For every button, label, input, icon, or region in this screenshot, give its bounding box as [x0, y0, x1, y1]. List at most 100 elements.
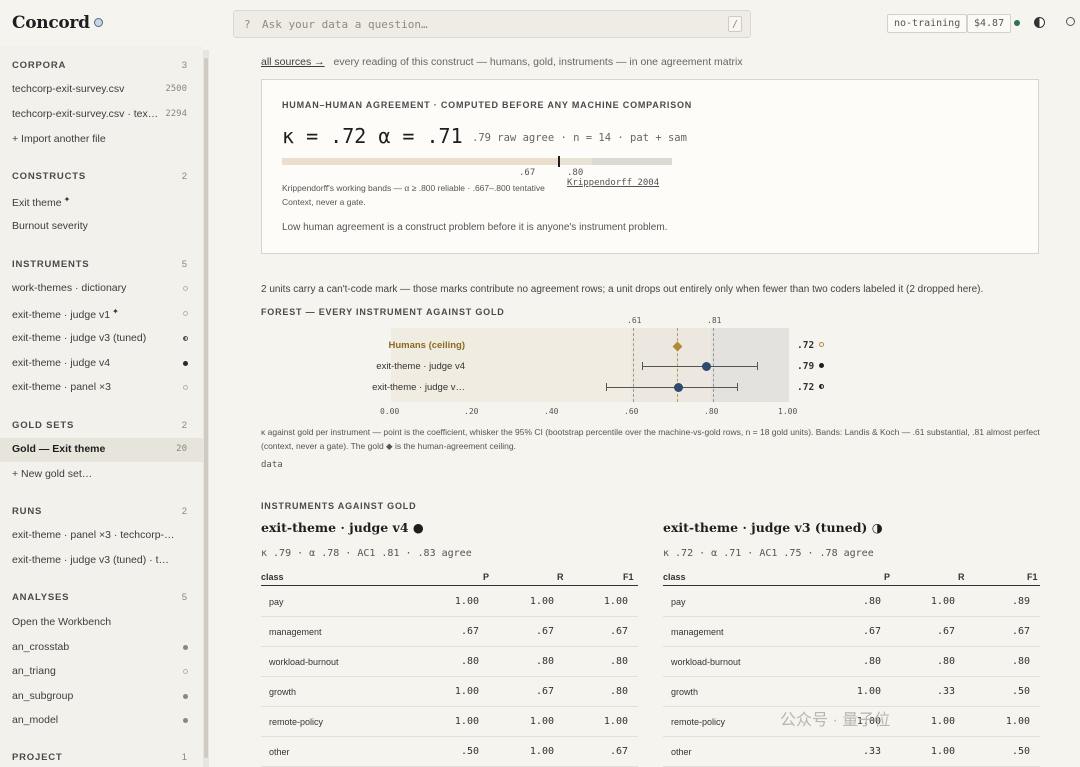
- ci-cap: [606, 383, 607, 391]
- sidebar-item-run[interactable]: exit-theme · judge v3 (tuned) · t…: [0, 549, 203, 573]
- sidebar-item-instrument[interactable]: exit-theme · judge v1 ✦: [0, 302, 203, 326]
- table-cell: pay: [671, 597, 686, 607]
- scrollbar-thumb[interactable]: [204, 58, 208, 758]
- table-cell: management: [269, 627, 322, 637]
- sidebar-item-construct[interactable]: Exit theme ✦: [0, 190, 203, 214]
- data-link[interactable]: data: [261, 460, 283, 470]
- sidebar-item-analysis[interactable]: an_crosstab: [0, 636, 203, 660]
- table-cell: 1.00: [454, 686, 479, 697]
- sidebar-item-instrument[interactable]: work-themes · dictionary: [0, 277, 203, 301]
- reference-link[interactable]: Krippendorff 2004: [567, 178, 659, 188]
- sidebar-item-corpus[interactable]: techcorp-exit-survey.csv · tex… 2294: [0, 103, 203, 127]
- import-file-button[interactable]: + Import another file: [0, 128, 203, 152]
- table-cell: 1.00: [529, 716, 554, 727]
- table-cell: growth: [269, 687, 297, 697]
- table-row: workload-burnout .80 .80 .80: [663, 647, 1040, 677]
- axis-tick: 0.00: [380, 407, 400, 416]
- forest-row-value: .79: [797, 361, 825, 372]
- forest-row-label[interactable]: exit-theme · judge v4: [376, 361, 465, 372]
- star-icon: ✦: [63, 195, 71, 204]
- status-empty-icon: [183, 385, 188, 390]
- table-cell: .67: [535, 686, 554, 697]
- forest-row-label[interactable]: exit-theme · judge v…: [372, 382, 465, 393]
- table-cell: .80: [609, 656, 628, 667]
- table-cell: 1.00: [930, 716, 955, 727]
- status-filled-icon: [183, 718, 188, 723]
- units-note: 2 units carry a can't-code mark — those …: [261, 284, 984, 295]
- ask-search-input[interactable]: ? Ask your data a question… /: [233, 10, 751, 38]
- table-row: remote-policy 1.00 1.00 1.00: [261, 707, 638, 737]
- table-cell: .80: [460, 656, 479, 667]
- new-gold-set-button[interactable]: + New gold set…: [0, 463, 203, 487]
- sidebar-item-run[interactable]: exit-theme · panel ×3 · techcorp-…: [0, 524, 203, 548]
- table-cell: other: [671, 747, 692, 757]
- status-dot-icon: [1014, 20, 1020, 26]
- agreement-bar: [282, 156, 672, 167]
- search-icon[interactable]: [1066, 17, 1075, 26]
- sidebar-item-construct[interactable]: Burnout severity: [0, 215, 203, 239]
- status-half-icon: [819, 384, 825, 389]
- forest-title: FOREST — EVERY INSTRUMENT AGAINST GOLD: [261, 307, 505, 317]
- table-row: other .33 1.00 .50: [663, 737, 1040, 767]
- sidebar-item-gold-set[interactable]: Gold — Exit theme 20: [0, 438, 203, 462]
- instrument-title[interactable]: exit-theme · judge v4 ●: [261, 520, 424, 535]
- instrument-title[interactable]: exit-theme · judge v3 (tuned) ◑: [663, 520, 883, 535]
- table-cell: R: [958, 572, 965, 582]
- table-cell: .67: [535, 626, 554, 637]
- axis-tick: .40: [544, 407, 559, 416]
- open-workbench-link[interactable]: Open the Workbench: [0, 611, 203, 635]
- forest-caption: κ against gold per instrument — point is…: [261, 427, 1040, 451]
- sidebar-item-instrument[interactable]: exit-theme · judge v3 (tuned): [0, 327, 203, 351]
- theme-toggle-icon[interactable]: [1034, 17, 1045, 28]
- instrument-metrics: κ .72 · α .71 · AC1 .75 · .78 agree: [663, 548, 874, 559]
- table-cell: remote-policy: [269, 717, 324, 727]
- table-cell: .80: [862, 656, 881, 667]
- sidebar-item-instrument[interactable]: exit-theme · panel ×3: [0, 376, 203, 400]
- point-estimate[interactable]: [702, 362, 711, 371]
- table-cell: F1: [623, 572, 634, 582]
- table-cell: workload-burnout: [269, 657, 339, 667]
- training-mode-pill[interactable]: no-training: [887, 14, 968, 33]
- ci-cap: [737, 383, 738, 391]
- sidebar-heading-gold-sets: GOLD SETS: [12, 420, 75, 431]
- table-cell: .67: [1011, 626, 1030, 637]
- table-cell: 1.00: [529, 746, 554, 757]
- table-cell: 1.00: [454, 596, 479, 607]
- instrument-metrics: κ .79 · α .78 · AC1 .81 · .83 agree: [261, 548, 472, 559]
- table-cell: 1.00: [930, 596, 955, 607]
- table-row: growth 1.00 .33 .50: [663, 677, 1040, 707]
- ci-cap: [757, 362, 758, 370]
- sidebar-item-analysis[interactable]: an_model: [0, 709, 203, 733]
- table-cell: 1.00: [930, 746, 955, 757]
- table-cell: remote-policy: [671, 717, 726, 727]
- shortcut-hint: /: [728, 16, 742, 32]
- project-count: 1: [181, 752, 187, 763]
- construct-note: Low human agreement is a construct probl…: [282, 222, 668, 233]
- sidebar-heading-runs: RUNS: [12, 506, 43, 517]
- cost-pill[interactable]: $4.87: [967, 14, 1012, 33]
- table-cell: F1: [1027, 572, 1038, 582]
- status-empty-icon: [183, 669, 188, 674]
- sidebar-item-instrument[interactable]: exit-theme · judge v4: [0, 352, 203, 376]
- sidebar-item-corpus[interactable]: techcorp-exit-survey.csv 2500: [0, 78, 203, 102]
- sidebar-item-analysis[interactable]: an_triang: [0, 660, 203, 684]
- status-full-icon: [819, 363, 825, 368]
- constructs-count: 2: [181, 171, 187, 182]
- table-row: workload-burnout .80 .80 .80: [261, 647, 638, 677]
- table-cell: P: [884, 572, 891, 582]
- band-label-80: .80: [567, 168, 584, 178]
- table-row: pay 1.00 1.00 1.00: [261, 587, 638, 617]
- raw-agree-summary: .79 raw agree · n = 14 · pat + sam: [472, 132, 687, 144]
- brand-logo[interactable]: Concord: [12, 13, 103, 33]
- table-cell: .67: [609, 746, 628, 757]
- context-note: Context, never a gate.: [282, 197, 366, 207]
- point-estimate[interactable]: [674, 383, 683, 392]
- card-title: HUMAN–HUMAN AGREEMENT · COMPUTED BEFORE …: [282, 100, 693, 110]
- table-row: growth 1.00 .67 .80: [261, 677, 638, 707]
- sidebar-item-analysis[interactable]: an_subgroup: [0, 685, 203, 709]
- all-sources-link[interactable]: all sources →: [261, 56, 325, 68]
- table-cell: .80: [535, 656, 554, 667]
- band-label-67: .67: [519, 168, 536, 178]
- analyses-count: 5: [181, 592, 187, 603]
- table-cell: P: [483, 572, 490, 582]
